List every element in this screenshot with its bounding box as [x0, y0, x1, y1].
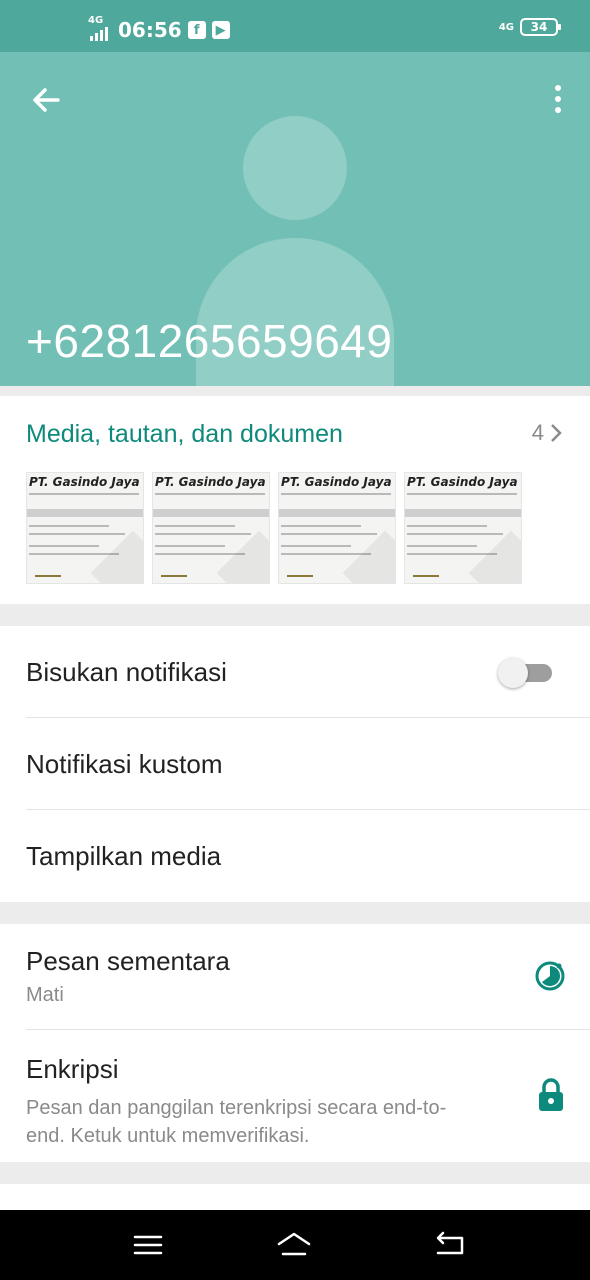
thumbnail-heading: PT. Gasindo Jaya Abadi	[155, 475, 269, 489]
thumbnail-heading: PT. Gasindo Jaya Abadi	[407, 475, 521, 489]
mute-notifications-toggle[interactable]	[498, 658, 552, 688]
encryption-label: Enkripsi	[26, 1054, 119, 1084]
more-options-icon[interactable]	[552, 84, 564, 114]
signal-icon: 4G	[88, 15, 112, 41]
youtube-icon: ▶	[211, 21, 230, 39]
custom-notifications-row[interactable]: Notifikasi kustom	[26, 718, 590, 810]
back-nav-icon[interactable]	[432, 1230, 468, 1260]
media-count-value: 4	[531, 420, 544, 445]
status-right: 4G 34	[498, 18, 561, 36]
chevron-right-icon	[551, 424, 562, 442]
privacy-settings: Pesan sementara Mati Enkripsi Pesan dan …	[0, 924, 590, 1162]
media-visibility-row[interactable]: Tampilkan media	[26, 810, 590, 902]
clock: 06:56	[118, 18, 182, 42]
media-thumbnail[interactable]: PT. Gasindo Jaya Abadi	[404, 472, 522, 584]
system-navigation-bar	[0, 1210, 590, 1280]
mute-notifications-label: Bisukan notifikasi	[26, 657, 227, 687]
custom-notifications-label: Notifikasi kustom	[26, 749, 223, 779]
signal-label: 4G	[88, 15, 104, 26]
disappearing-messages-label: Pesan sementara	[26, 946, 230, 976]
encryption-description: Pesan dan panggilan terenkripsi secara e…	[26, 1097, 447, 1147]
contact-phone-number: +6281265659649	[26, 315, 393, 367]
home-icon[interactable]	[276, 1230, 312, 1260]
media-visibility-label: Tampilkan media	[26, 841, 222, 871]
next-section	[0, 1184, 590, 1210]
media-thumbnail[interactable]: PT. Gasindo Jaya Abadi	[278, 472, 396, 584]
back-arrow-icon[interactable]	[28, 82, 64, 118]
recent-apps-icon[interactable]	[130, 1230, 166, 1260]
media-thumbnail[interactable]: PT. Gasindo Jaya Abadi	[152, 472, 270, 584]
disappearing-messages-row[interactable]: Pesan sementara Mati	[26, 924, 590, 1030]
media-section-title: Media, tautan, dan dokumen	[26, 420, 343, 448]
contact-header: +6281265659649	[0, 52, 590, 386]
status-left: 4G 06:56 f ▶	[88, 15, 230, 42]
media-thumbnails: PT. Gasindo Jaya Abadi PT. Gasindo Jaya …	[26, 472, 522, 584]
media-thumbnail[interactable]: PT. Gasindo Jaya Abadi	[26, 472, 144, 584]
status-bar: 4G 06:56 f ▶ 4G 34	[0, 0, 590, 52]
thumbnail-heading: PT. Gasindo Jaya Abadi	[29, 475, 143, 489]
lock-icon	[539, 1078, 563, 1111]
network-label: 4G	[498, 21, 514, 33]
disappearing-messages-value: Mati	[26, 984, 64, 1006]
battery-icon: 34	[520, 18, 561, 36]
thumbnail-heading: PT. Gasindo Jaya Abadi	[281, 475, 395, 489]
avatar	[243, 116, 347, 220]
notification-settings: Bisukan notifikasi Notifikasi kustom Tam…	[0, 626, 590, 902]
media-count[interactable]: 4	[532, 420, 562, 446]
timer-icon	[535, 961, 565, 991]
facebook-icon: f	[187, 21, 206, 39]
media-section[interactable]: Media, tautan, dan dokumen 4 PT. Gasindo…	[0, 396, 590, 604]
encryption-row[interactable]: Enkripsi Pesan dan panggilan terenkripsi…	[26, 1030, 590, 1162]
mute-notifications-row[interactable]: Bisukan notifikasi	[26, 626, 590, 718]
